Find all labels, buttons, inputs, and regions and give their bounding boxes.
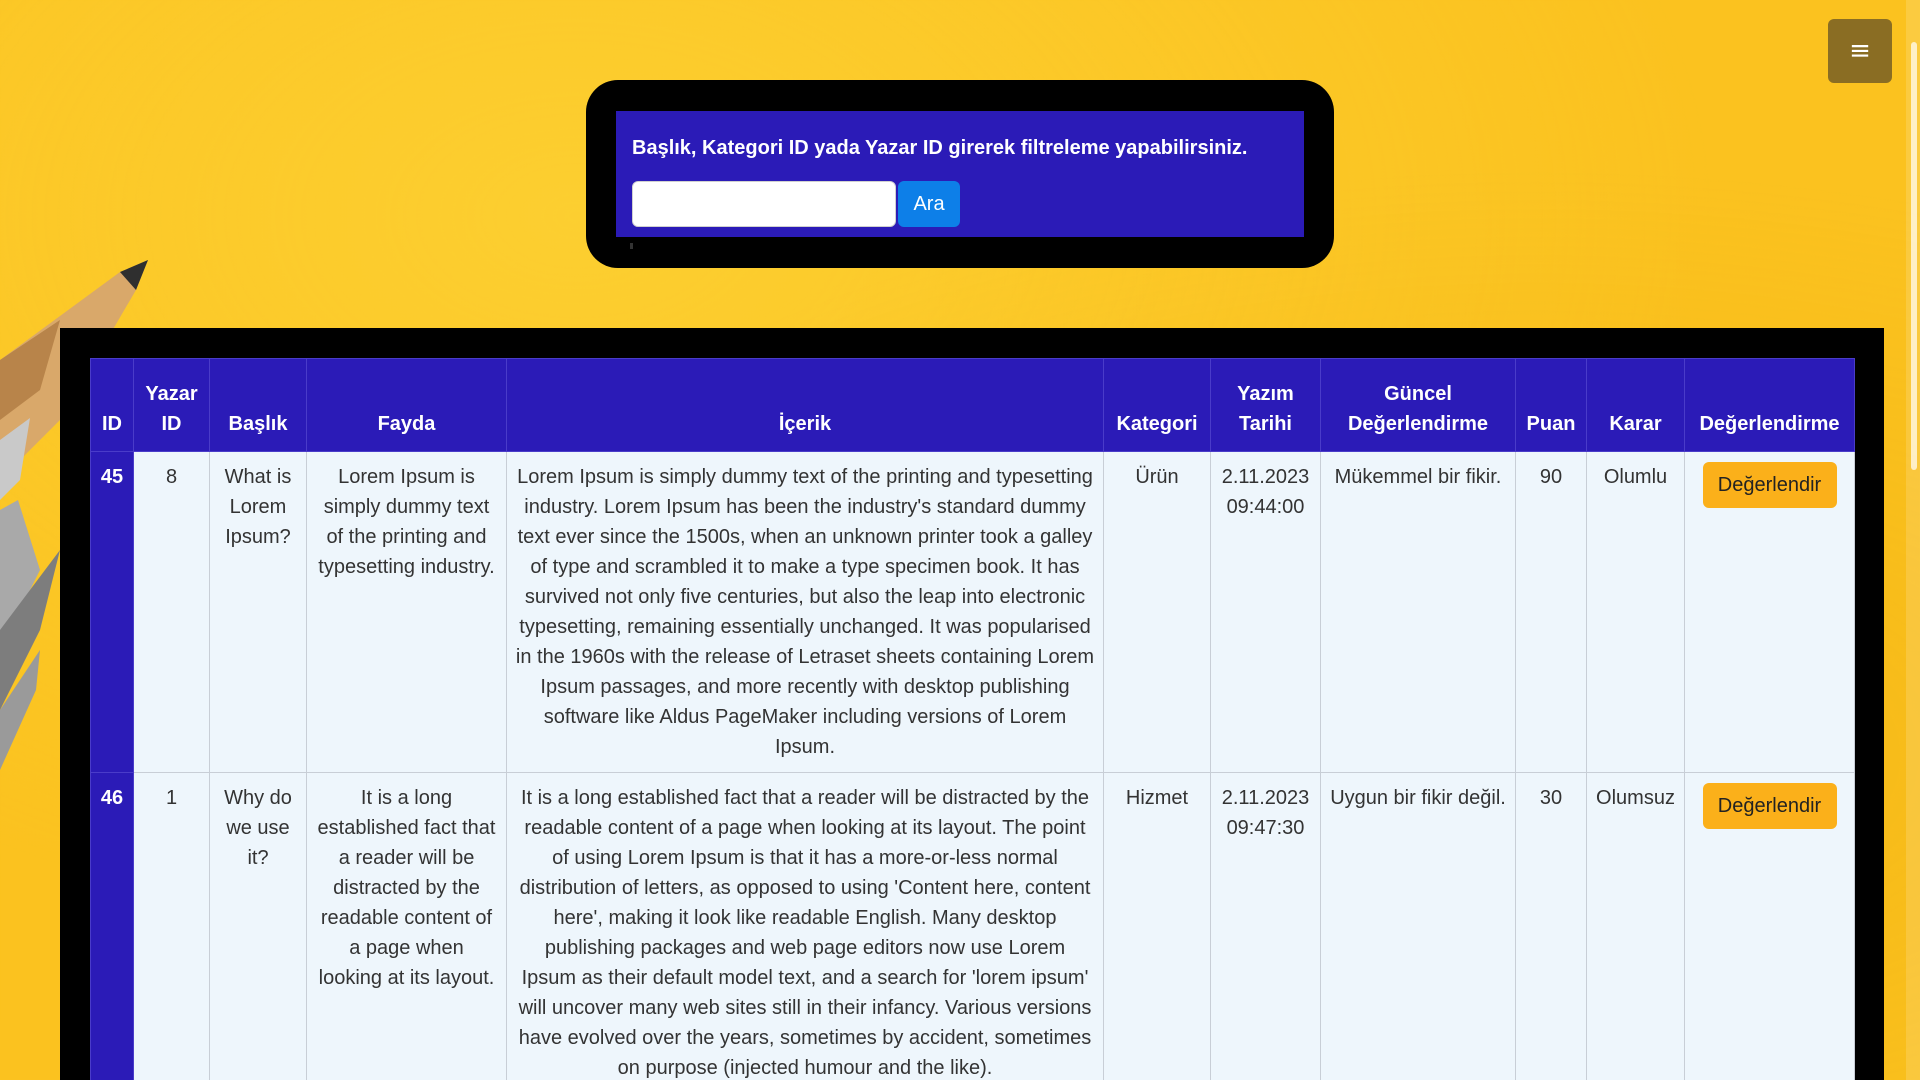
header-score: Puan: [1515, 358, 1587, 452]
row-category: Ürün: [1103, 451, 1211, 773]
row-decision: Olumlu: [1586, 451, 1685, 773]
scrollbar-thumb[interactable]: [1911, 42, 1917, 470]
header-id: ID: [90, 358, 134, 452]
search-form: Başlık, Kategori ID yada Yazar ID girere…: [616, 111, 1304, 237]
row-title: What is Lorem Ipsum?: [209, 451, 307, 773]
header-category: Kategori: [1103, 358, 1211, 452]
row-written-date: 2.11.2023 09:47:30: [1210, 772, 1321, 1080]
row-author-id: 8: [133, 451, 210, 773]
row-current-review: Mükemmel bir fikir.: [1320, 451, 1516, 773]
row-time: 09:47:30: [1226, 817, 1305, 839]
row-benefit: Lorem Ipsum is simply dummy text of the …: [306, 451, 507, 773]
header-title: Başlık: [209, 358, 307, 452]
row-written-date: 2.11.2023 09:44:00: [1210, 451, 1321, 773]
evaluate-button[interactable]: Değerlendir: [1702, 462, 1837, 508]
search-input[interactable]: [632, 181, 896, 227]
hamburger-menu-icon: ≡: [1849, 36, 1871, 66]
row-benefit: It is a long established fact that a rea…: [306, 772, 507, 1080]
header-current-review: Güncel Değerlendirme: [1320, 358, 1516, 452]
row-action: Değerlendir: [1684, 451, 1855, 773]
row-date: 2.11.2023: [1221, 787, 1310, 809]
row-score: 30: [1515, 772, 1587, 1080]
row-author-id: 1: [133, 772, 210, 1080]
row-date: 2.11.2023: [1221, 466, 1310, 488]
row-title: Why do we use it?: [209, 772, 307, 1080]
row-id: 46: [90, 772, 134, 1080]
header-author-id: Yazar ID: [133, 358, 210, 452]
stray-mark: [630, 243, 633, 249]
search-button[interactable]: Ara: [898, 181, 960, 227]
row-score: 90: [1515, 451, 1587, 773]
posts-table: ID Yazar ID Başlık Fayda İçerik Kategori…: [90, 358, 1855, 1080]
page-scrollbar[interactable]: [1906, 0, 1920, 1080]
evaluate-button[interactable]: Değerlendir: [1702, 783, 1837, 829]
header-benefit: Fayda: [306, 358, 507, 452]
table-row: 45 8 What is Lorem Ipsum? Lorem Ipsum is…: [90, 451, 1855, 773]
row-category: Hizmet: [1103, 772, 1211, 1080]
header-action: Değerlendirme: [1684, 358, 1855, 452]
table-header-row: ID Yazar ID Başlık Fayda İçerik Kategori…: [90, 358, 1855, 452]
row-id: 45: [90, 451, 134, 773]
row-content: It is a long established fact that a rea…: [506, 772, 1104, 1080]
header-decision: Karar: [1586, 358, 1685, 452]
row-action: Değerlendir: [1684, 772, 1855, 1080]
search-panel: Başlık, Kategori ID yada Yazar ID girere…: [586, 80, 1334, 268]
menu-toggle-button[interactable]: ≡: [1828, 19, 1892, 83]
row-content: Lorem Ipsum is simply dummy text of the …: [506, 451, 1104, 773]
header-content: İçerik: [506, 358, 1104, 452]
row-decision: Olumsuz: [1586, 772, 1685, 1080]
search-hint-text: Başlık, Kategori ID yada Yazar ID girere…: [632, 137, 1248, 159]
header-written-date: Yazım Tarihi: [1210, 358, 1321, 452]
table-row: 46 1 Why do we use it? It is a long esta…: [90, 772, 1855, 1080]
row-time: 09:44:00: [1226, 496, 1305, 518]
posts-table-frame: ID Yazar ID Başlık Fayda İçerik Kategori…: [60, 328, 1884, 1080]
row-current-review: Uygun bir fikir değil.: [1320, 772, 1516, 1080]
